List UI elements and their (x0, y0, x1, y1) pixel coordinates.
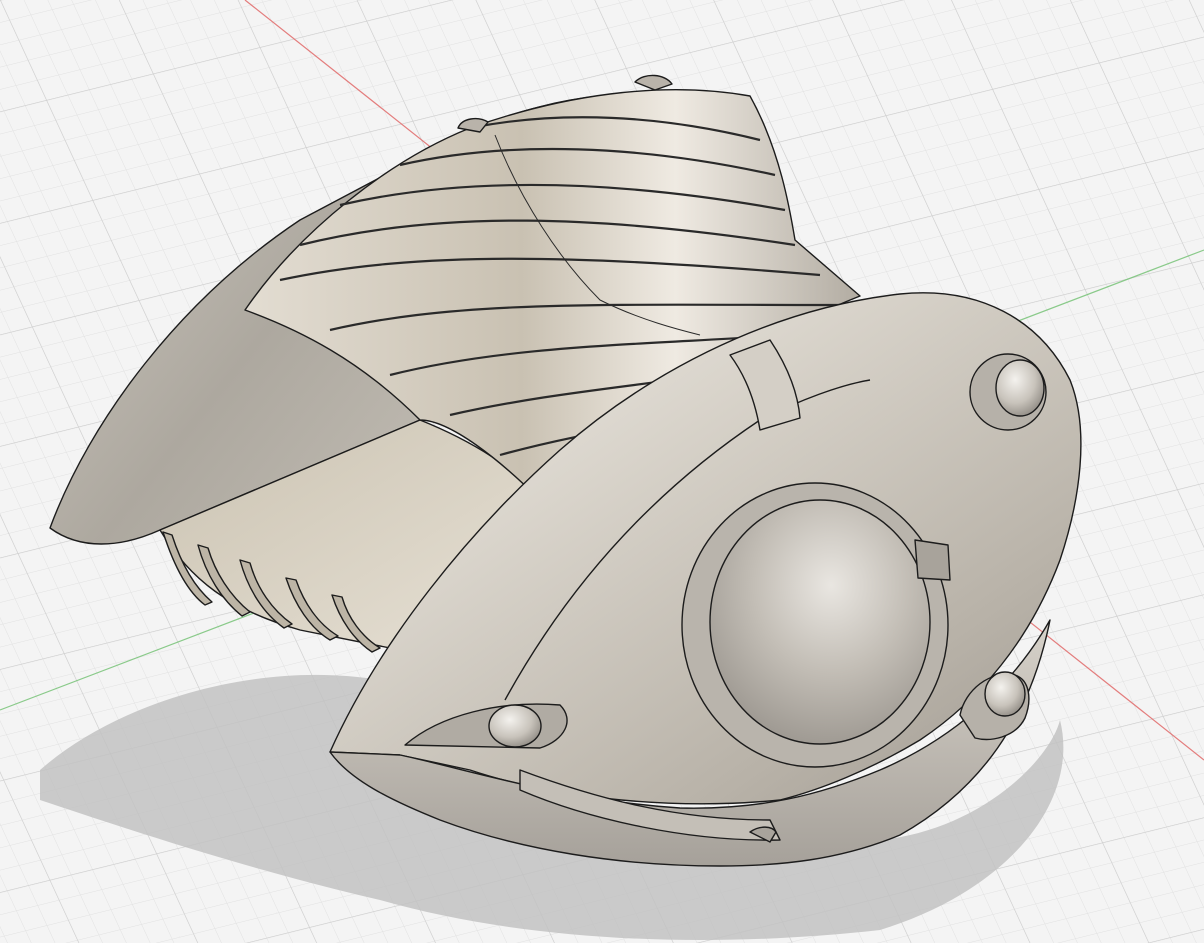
lower-knob-cap (984, 671, 1026, 717)
port-inner-dome (709, 499, 931, 745)
port-slot-cut (914, 539, 951, 581)
upper-knob-cap (995, 359, 1045, 417)
cad-3d-viewport[interactable] (0, 0, 1204, 943)
front-sphere (488, 704, 542, 748)
